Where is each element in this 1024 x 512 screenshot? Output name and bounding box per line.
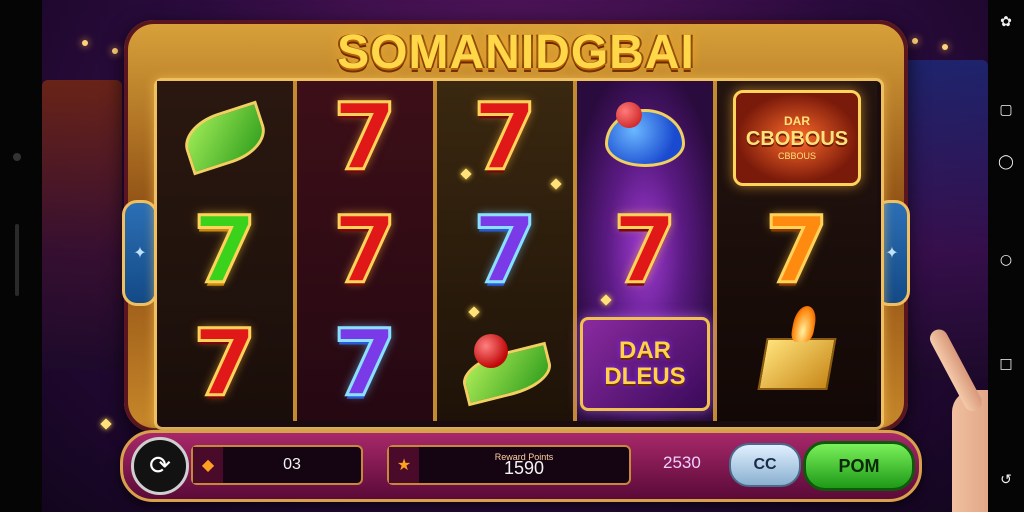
win-display: Reward Points 1590 (419, 452, 629, 479)
auto-button[interactable]: CC (729, 443, 801, 487)
win-field: ★ Reward Points 1590 (387, 445, 631, 485)
background-arcade-left (42, 80, 122, 370)
symbol-leaf (157, 81, 293, 194)
deluxe-line-2: DLEUS (604, 362, 686, 390)
star-icon: ★ (389, 447, 419, 483)
left-medal: ✦ (122, 200, 158, 306)
slot-game-scene: SOMANIDGBAI ✦ ✦ 7 7 7 7 7 7 7 7 DAR DLEU… (42, 0, 988, 512)
bg-light (942, 44, 948, 50)
reel-1: 7 7 (157, 81, 297, 421)
reel-2: 7 7 7 (297, 81, 437, 421)
phone-bezel-left (0, 0, 42, 512)
phone-nav-bar: ✿ ▢ ◯ ○ □ ↺ (988, 0, 1024, 512)
hand-pointer (926, 320, 988, 512)
reel-window: 7 7 7 7 7 7 7 7 DAR DLEUS DAR CBOBOUS CB… (154, 78, 884, 430)
credit-value: 2530 (663, 453, 701, 472)
bet-field[interactable]: ◆ 03 (191, 445, 363, 485)
game-title: SOMANIDGBAI (337, 25, 695, 79)
gallery-icon[interactable]: ✿ (996, 12, 1016, 32)
recent-icon[interactable]: □ (996, 354, 1016, 374)
symbol-bonus-badge: DAR CBOBOUS CBBOUS (717, 81, 877, 194)
back-square-icon[interactable]: ▢ (996, 100, 1016, 120)
reel-3: 7 7 (437, 81, 577, 421)
bonus-line-3: CBBOUS (777, 151, 816, 161)
symbol-seven-green: 7 (191, 196, 258, 304)
bonus-line-1: DAR (784, 114, 810, 128)
side-slot (15, 224, 19, 296)
chat-icon[interactable]: ◯ (996, 152, 1016, 172)
slot-machine-frame: SOMANIDGBAI ✦ ✦ 7 7 7 7 7 7 7 7 DAR DLEU… (122, 20, 910, 432)
control-bar: ⟳ ◆ 03 ★ Reward Points 1590 2530 CC POM (120, 430, 922, 502)
play-button[interactable]: POM (803, 441, 915, 491)
sparkle (100, 418, 112, 430)
bg-light (112, 48, 118, 54)
symbol-seven-red: 7 (331, 196, 398, 304)
symbol-cherry-leaf (437, 307, 573, 420)
symbol-seven-red: 7 (331, 83, 398, 191)
bonus-line-2: CBOBOUS (745, 128, 849, 150)
coin-icon: ◆ (193, 447, 223, 483)
bet-value: 03 (283, 456, 301, 473)
flame-icon (789, 305, 819, 342)
reel-4: 7 DAR DLEUS (577, 81, 717, 421)
symbol-seven-orange: 7 (763, 196, 830, 304)
symbol-gold-bar (717, 305, 877, 420)
front-camera (13, 153, 21, 161)
symbol-seven-red: 7 (611, 196, 678, 304)
symbol-seven-red: 7 (191, 309, 258, 417)
symbol-seven-red: 7 (471, 83, 538, 191)
win-label: Reward Points (494, 451, 554, 462)
deluxe-line-1: DAR (619, 337, 671, 365)
symbol-plum (577, 81, 713, 194)
symbol-seven-blue: 7 (331, 309, 398, 417)
undo-icon[interactable]: ↺ (996, 470, 1016, 490)
spin-button[interactable]: ⟳ (131, 437, 189, 495)
symbol-deluxe-badge: DAR DLEUS (577, 307, 713, 420)
home-circle-icon[interactable]: ○ (996, 250, 1016, 270)
bg-light (82, 40, 88, 46)
reel-5: DAR CBOBOUS CBBOUS 7 (717, 81, 877, 421)
symbol-seven-blue: 7 (471, 196, 538, 304)
spin-icon: ⟳ (149, 451, 171, 481)
bg-light (912, 38, 918, 44)
